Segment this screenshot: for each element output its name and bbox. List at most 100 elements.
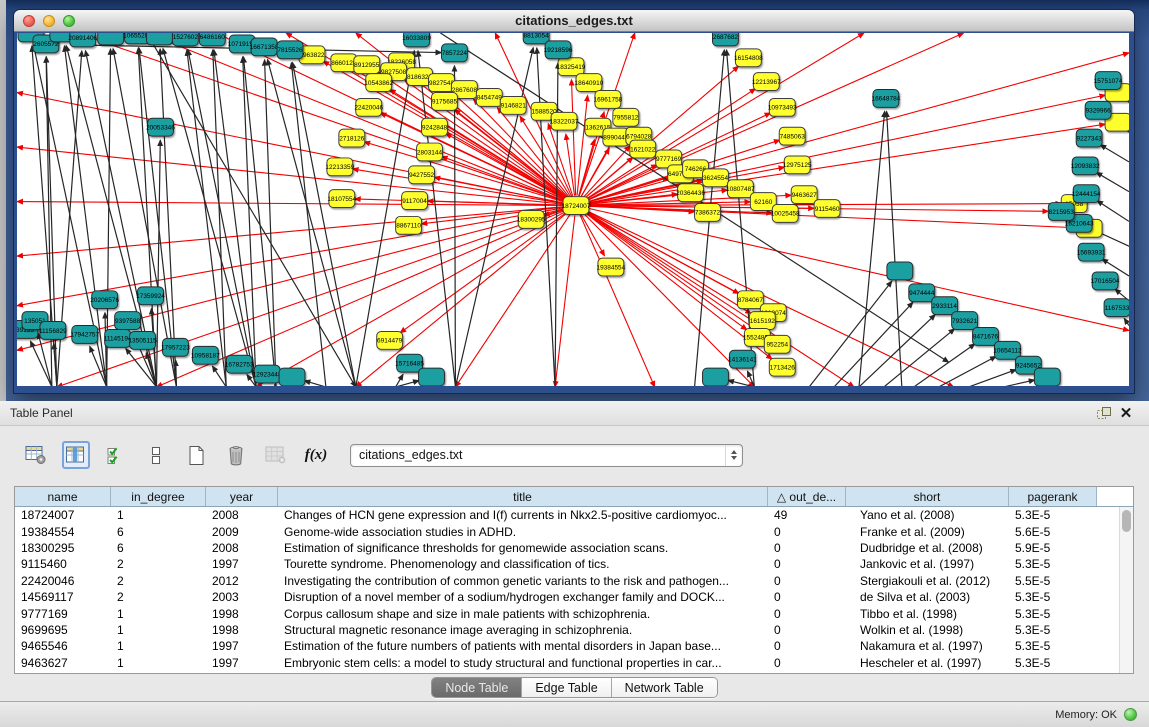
graph-node[interactable]: 16648784 — [871, 90, 900, 108]
graph-node[interactable]: 16154808 — [734, 49, 763, 67]
graph-node[interactable]: 12444154 — [1072, 185, 1101, 203]
graph-node[interactable]: 20891406 — [68, 33, 97, 47]
graph-node[interactable]: 2803144 — [417, 143, 443, 161]
graph-node[interactable]: 2687682 — [712, 33, 738, 46]
graph-node[interactable]: 8867110 — [396, 216, 422, 234]
graph-node[interactable]: 8990448 — [603, 128, 629, 146]
table-settings-icon[interactable] — [22, 441, 50, 469]
graph-node[interactable]: 8813054 — [523, 33, 549, 44]
column-header-pagerank[interactable]: pagerank — [1009, 487, 1097, 506]
show-columns-icon[interactable] — [62, 441, 90, 469]
graph-node[interactable] — [279, 368, 305, 386]
graph-edge[interactable] — [1097, 201, 1129, 222]
scrollbar-thumb[interactable] — [1122, 510, 1131, 532]
graph-node[interactable]: 8784067 — [737, 291, 763, 309]
graph-node[interactable]: 12213359 — [325, 158, 354, 176]
graph-node[interactable]: 1167533 — [1104, 299, 1129, 317]
column-header-name[interactable]: name — [15, 487, 111, 506]
graph-node[interactable]: 6486160 — [199, 33, 225, 46]
graph-node[interactable] — [419, 368, 445, 386]
graph-edge[interactable] — [577, 95, 588, 195]
graph-edge[interactable] — [17, 147, 566, 204]
graph-node[interactable]: 18325419 — [557, 58, 586, 76]
table-row[interactable]: 911546021997Tourette syndrome. Phenomeno… — [15, 556, 1119, 572]
graph-node[interactable]: 19384554 — [596, 258, 625, 276]
table-scrollbar[interactable] — [1119, 507, 1133, 673]
graph-node[interactable]: 14136141 — [728, 350, 757, 368]
column-header-out-de-[interactable]: △ out_de... — [768, 487, 846, 506]
table-row[interactable]: 946554611997Estimation of the future num… — [15, 638, 1119, 654]
graph-node[interactable]: 8471676 — [973, 327, 999, 345]
graph-edge[interactable] — [176, 360, 177, 386]
graph-node[interactable]: 22420046 — [354, 98, 383, 116]
graph-node[interactable]: 9463627 — [791, 186, 817, 204]
table-source-dropdown[interactable]: citations_edges.txt — [350, 444, 743, 467]
graph-node[interactable]: 8912955 — [354, 56, 380, 74]
graph-edge[interactable] — [292, 63, 355, 386]
graph-node[interactable]: 9474444 — [909, 284, 935, 302]
table-row[interactable]: 1938455462009Genome-wide association stu… — [15, 523, 1119, 539]
graph-node[interactable]: 10973493 — [768, 98, 797, 116]
graph-node[interactable]: 9427552 — [409, 166, 435, 184]
graph-edge[interactable] — [580, 215, 655, 386]
graph-node[interactable]: 9146821 — [500, 96, 526, 114]
graph-node[interactable]: 9329966 — [1085, 101, 1111, 119]
zoom-window-icon[interactable] — [63, 15, 75, 27]
graph-node[interactable]: 9227343 — [1076, 129, 1102, 147]
window-titlebar[interactable]: citations_edges.txt — [14, 10, 1134, 32]
graph-edge[interactable] — [17, 206, 566, 256]
graph-edge[interactable] — [163, 48, 256, 386]
graph-edge[interactable] — [1100, 145, 1129, 162]
graph-node[interactable]: 9117004 — [402, 192, 428, 210]
table-row[interactable]: 969969511998Structural magnetic resonanc… — [15, 622, 1119, 638]
graph-edge[interactable] — [188, 50, 256, 386]
graph-edge[interactable] — [147, 33, 356, 386]
graph-edge[interactable] — [156, 140, 160, 386]
graph-node[interactable]: 8454749 — [476, 89, 502, 107]
graph-node[interactable]: 9115460 — [814, 200, 840, 218]
graph-node[interactable]: 15693931 — [1077, 243, 1106, 261]
graph-node[interactable] — [703, 368, 729, 386]
graph-edge[interactable] — [969, 370, 1017, 386]
graph-edge[interactable] — [30, 341, 51, 386]
delete-table-icon[interactable] — [222, 441, 250, 469]
graph-node[interactable]: 16961758 — [593, 91, 622, 109]
table-row[interactable]: 1830029562008Estimation of significance … — [15, 540, 1119, 556]
graph-node[interactable]: 18107554 — [327, 190, 356, 208]
tab-edge-table[interactable]: Edge Table — [522, 678, 611, 697]
new-table-icon[interactable] — [182, 441, 210, 469]
graph-node[interactable]: 19218596 — [544, 41, 573, 59]
graph-node[interactable]: 12923448 — [253, 365, 282, 383]
graph-node[interactable]: 17942757 — [70, 326, 99, 344]
graph-node[interactable]: 7815526 — [277, 41, 303, 59]
graph-edge[interactable] — [859, 111, 885, 386]
graph-node[interactable]: 12093832 — [1071, 157, 1100, 175]
float-panel-icon[interactable] — [1093, 403, 1115, 423]
graph-node[interactable]: 15751074 — [1094, 72, 1123, 90]
graph-node[interactable] — [147, 33, 173, 45]
graph-edge[interactable] — [396, 374, 403, 386]
graph-edge[interactable] — [38, 333, 52, 386]
graph-edge[interactable] — [304, 381, 325, 386]
graph-node[interactable] — [1034, 368, 1060, 386]
graph-node[interactable]: 8660128 — [331, 54, 357, 72]
graph-node[interactable]: 1527602 — [172, 33, 198, 46]
column-header-title[interactable]: title — [278, 487, 768, 506]
tab-node-table[interactable]: Node Table — [432, 678, 522, 697]
graph-node[interactable]: 9827548 — [429, 74, 455, 92]
graph-node[interactable]: 9242848 — [422, 118, 448, 136]
graph-edge[interactable] — [213, 50, 226, 386]
graph-edge[interactable] — [585, 210, 954, 386]
graph-edge[interactable] — [555, 215, 575, 386]
graph-node[interactable]: 18640910 — [575, 74, 604, 92]
select-all-icon[interactable] — [102, 441, 130, 469]
graph-node[interactable]: 20053346 — [146, 118, 175, 136]
graph-edge[interactable] — [160, 49, 176, 386]
graph-node[interactable]: 13505115 — [128, 331, 157, 349]
graph-node[interactable]: 8215953 — [1048, 203, 1074, 221]
graph-node[interactable]: 10543862 — [364, 74, 393, 92]
graph-node[interactable]: 17016504 — [1091, 272, 1120, 290]
column-header-in-degree[interactable]: in_degree — [111, 487, 206, 506]
graph-node[interactable]: 7485063 — [779, 127, 805, 145]
graph-edge[interactable] — [887, 111, 902, 386]
